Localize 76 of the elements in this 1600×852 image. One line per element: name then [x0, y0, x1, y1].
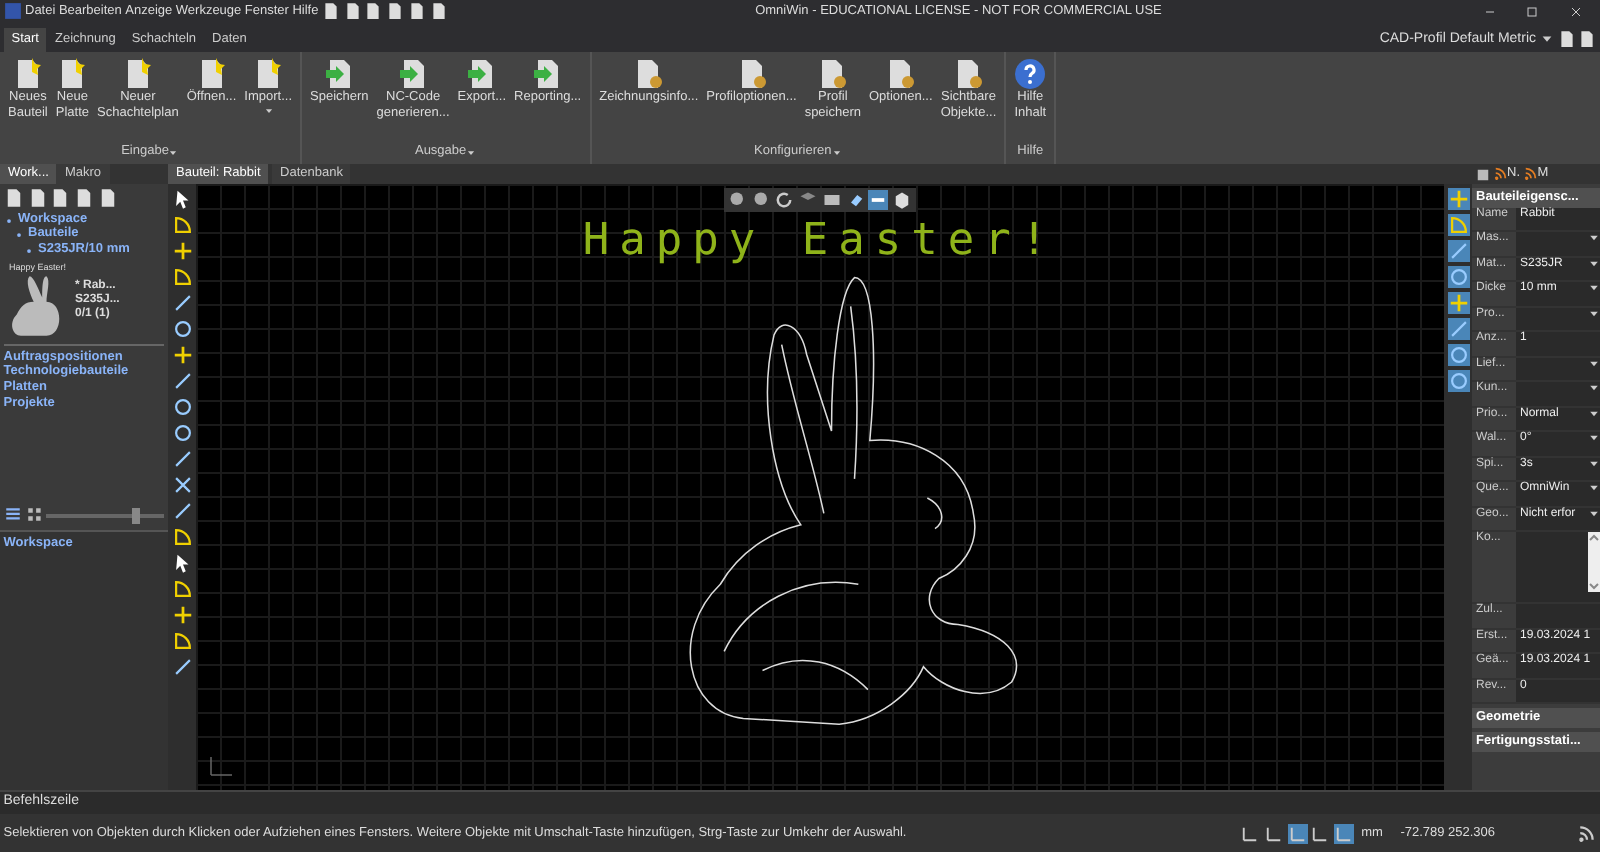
scrollbar-icon — [1588, 532, 1600, 593]
circle-icon[interactable] — [171, 422, 193, 444]
slider-thumb[interactable] — [131, 507, 139, 523]
circle-icon[interactable] — [171, 318, 193, 340]
app-logo-icon — [3, 2, 22, 20]
caret-icon[interactable] — [168, 147, 179, 158]
snap-toggle-icon[interactable] — [1287, 823, 1308, 843]
maximize-icon[interactable] — [1524, 3, 1541, 19]
snap-toggle-icon[interactable] — [1263, 823, 1284, 843]
document-icon — [952, 57, 985, 90]
document-icon — [56, 57, 89, 90]
circle-icon[interactable] — [1447, 344, 1469, 366]
bullet-icon — [4, 215, 14, 225]
arc-icon[interactable] — [171, 266, 193, 288]
plus-icon[interactable] — [171, 344, 193, 366]
toolbar-document-icon[interactable] — [74, 187, 94, 208]
circle-icon[interactable] — [171, 396, 193, 418]
settings-document-icon[interactable] — [1557, 30, 1575, 49]
document-icon — [884, 57, 917, 90]
document-icon — [632, 57, 665, 90]
caret-icon[interactable] — [1539, 32, 1554, 47]
snap-toggle-icon[interactable] — [1310, 823, 1331, 843]
plus-icon[interactable] — [171, 240, 193, 262]
document-icon — [531, 57, 564, 90]
arc-icon[interactable] — [171, 214, 193, 236]
document-icon — [323, 57, 356, 90]
cube-icon[interactable] — [892, 189, 913, 210]
caret-icon[interactable] — [831, 147, 842, 158]
document-icon — [252, 57, 285, 90]
plus-icon[interactable] — [1447, 292, 1469, 314]
pointer-icon[interactable] — [171, 552, 193, 574]
grid-view-icon[interactable] — [25, 506, 43, 524]
property-field[interactable] — [1516, 532, 1600, 603]
line-icon[interactable] — [171, 292, 193, 314]
line-icon[interactable] — [1447, 240, 1469, 262]
flat-view-icon[interactable] — [868, 189, 889, 210]
bullet-icon — [24, 246, 34, 257]
bullet-icon — [14, 230, 24, 241]
line-icon[interactable] — [171, 656, 193, 678]
cross-icon[interactable] — [171, 474, 193, 496]
line-icon[interactable] — [1447, 318, 1469, 340]
rotate-icon[interactable] — [774, 189, 795, 210]
arc-icon[interactable] — [1447, 214, 1469, 236]
arc-icon[interactable] — [171, 630, 193, 652]
document-icon — [397, 57, 430, 90]
property-field[interactable] — [1516, 357, 1600, 381]
circle-icon[interactable] — [1447, 370, 1469, 392]
plus-icon[interactable] — [1447, 188, 1469, 210]
canvas-heading: Happy Easter! — [582, 215, 1058, 268]
list-view-icon[interactable] — [3, 506, 22, 524]
caret-icon[interactable] — [466, 147, 477, 158]
arc-icon[interactable] — [171, 578, 193, 600]
property-field[interactable] — [1516, 232, 1600, 256]
axis-icon — [208, 754, 232, 778]
help-icon — [1014, 57, 1047, 90]
toolbar-document-icon[interactable] — [27, 187, 47, 208]
circle-icon[interactable] — [1447, 266, 1469, 288]
line-icon[interactable] — [171, 448, 193, 470]
panel-icon[interactable] — [1475, 167, 1490, 181]
pointer-icon[interactable] — [171, 188, 193, 210]
plus-icon[interactable] — [171, 604, 193, 626]
panel-icon[interactable] — [821, 189, 842, 210]
property-field[interactable] — [1516, 307, 1600, 331]
paint-icon[interactable] — [845, 189, 866, 210]
snap-toggle-icon[interactable] — [1240, 823, 1261, 843]
line-icon[interactable] — [171, 370, 193, 392]
feed-icon[interactable] — [1523, 166, 1538, 181]
document-icon — [465, 57, 498, 90]
document-icon — [816, 57, 849, 90]
property-field[interactable] — [1516, 382, 1600, 406]
close-icon[interactable] — [1568, 3, 1585, 19]
snap-toggle-icon[interactable] — [1334, 823, 1355, 843]
feed-icon — [1578, 824, 1597, 842]
arc-icon[interactable] — [171, 526, 193, 548]
feed-icon[interactable] — [1493, 166, 1507, 181]
line-icon[interactable] — [171, 500, 193, 522]
